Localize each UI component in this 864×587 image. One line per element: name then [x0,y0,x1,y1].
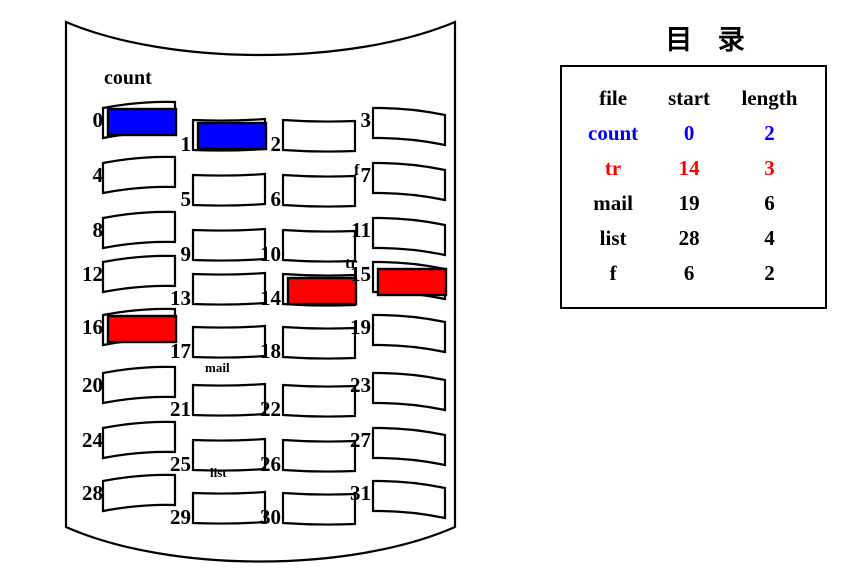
disk-file-tag-mail: mail [205,360,230,375]
disk-block-number-23: 23 [350,373,371,397]
directory-cell-file: list [599,226,627,250]
table-row: mail 19 6 [572,186,815,221]
disk-block-number-13: 13 [170,286,191,310]
disk-block-number-11: 11 [351,218,371,242]
disk-block-fill-0[interactable] [106,107,178,137]
disk-block-number-31: 31 [350,481,371,505]
table-row: tr 14 3 [572,151,815,186]
disk-block-number-19: 19 [350,315,371,339]
disk-block-number-21: 21 [170,397,191,421]
directory-cell-start: 19 [678,191,700,215]
directory-cell-file: f [609,261,617,285]
disk-file-tag-count: count [104,67,152,89]
directory-body: count 0 2 tr 14 3 mail 19 6 list 28 4 f 6 2 [572,116,815,291]
disk-block-number-5: 5 [180,187,192,211]
disk-block-number-3: 3 [360,108,372,132]
disk-block-number-6: 6 [270,187,282,211]
disk-block-number-25: 25 [170,452,191,476]
directory-col-file: file [599,86,628,110]
table-row: count 0 2 [572,116,815,151]
disk-block-fill-16[interactable] [106,314,178,344]
directory-cell-start: 0 [683,121,695,145]
disk-block-number-27: 27 [350,428,371,452]
directory-cell-length: 3 [764,156,775,180]
disk-block-20[interactable] [101,365,177,405]
directory-table-box: file start length count 0 2 tr 14 3 mail 19 6 lis… [560,65,827,309]
table-row: f 6 2 [572,256,815,291]
directory-table: file start length count 0 2 tr 14 3 mail 19 6 lis… [572,81,815,291]
directory-panel: 目 录 file start length count 0 2 tr 14 3 mail 19… [560,18,850,309]
disk-block-number-16: 16 [82,315,103,339]
disk-block-number-28: 28 [82,481,103,505]
disk-block-number-1: 1 [180,132,192,156]
directory-cell-start: 6 [683,261,695,285]
disk-block-24[interactable] [101,420,177,460]
disk-block-number-10: 10 [260,242,281,266]
disk-block-4[interactable] [101,155,177,195]
directory-cell-file: tr [604,156,622,180]
directory-col-length: length [741,86,798,110]
disk-block-number-2: 2 [270,132,282,156]
directory-cell-file: mail [593,191,633,215]
disk-file-tag-f: f [354,162,360,179]
disk-block-fill-15[interactable] [376,267,448,297]
disk-file-tag-tr: tr [345,255,358,272]
directory-cell-start: 14 [678,156,700,180]
disk-block-number-9: 9 [180,242,192,266]
disk-block-number-4: 4 [92,163,104,187]
disk-block-number-14: 14 [260,286,281,310]
disk-block-number-17: 17 [170,339,191,363]
disk-block-number-8: 8 [92,218,104,242]
disk-block-number-18: 18 [260,339,281,363]
disk-block-number-0: 0 [92,108,104,132]
disk-block-8[interactable] [101,210,177,250]
directory-cell-length: 2 [764,121,775,145]
directory-cell-length: 4 [764,226,775,250]
disk-block-number-7: 7 [360,163,372,187]
disk-diagram: 0 1 2 3 4 5 6 7 8 9 10 11 12 13 14 15 16 17 18 19 20 21 22 23 24… [0,0,480,587]
directory-cell-length: 2 [764,261,775,285]
disk-block-number-22: 22 [260,397,281,421]
directory-cell-start: 28 [678,226,700,250]
disk-block-28[interactable] [101,473,177,513]
directory-header-row: file start length [572,81,815,116]
disk-block-number-20: 20 [82,373,103,397]
table-row: list 28 4 [572,221,815,256]
directory-cell-file: count [588,121,639,145]
directory-col-start: start [668,86,711,110]
disk-block-number-26: 26 [260,452,281,476]
disk-block-number-24: 24 [82,428,103,452]
disk-file-tag-list: list [210,465,227,480]
directory-cell-length: 6 [764,191,775,215]
disk-block-number-12: 12 [82,262,103,286]
disk-block-number-30: 30 [260,505,281,529]
directory-title: 目 录 [665,25,753,56]
disk-block-number-29: 29 [170,505,191,529]
